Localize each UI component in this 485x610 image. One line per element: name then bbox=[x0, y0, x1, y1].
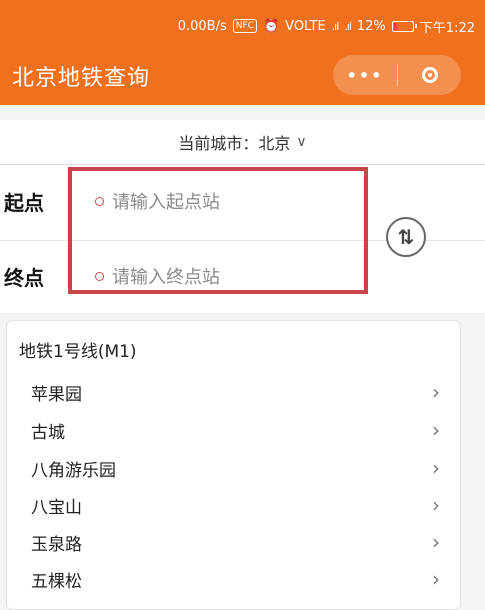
city-selector[interactable]: 当前城市：北京 ∨ bbox=[0, 120, 485, 165]
battery-percent: 12% bbox=[356, 18, 386, 34]
chevron-right-icon: › bbox=[432, 567, 440, 591]
page-title: 北京地铁查询 bbox=[12, 66, 151, 91]
chevron-right-icon: › bbox=[432, 418, 440, 442]
station-name: 古城 bbox=[31, 422, 65, 443]
route-form: 起点 请输入起点站 终点 请输入终点站 ⇅ bbox=[0, 165, 485, 313]
signal-icon: .ıl bbox=[331, 19, 340, 33]
station-item[interactable]: 玉泉路 › bbox=[31, 524, 446, 560]
station-item[interactable]: 古城 › bbox=[31, 412, 446, 448]
chevron-right-icon: › bbox=[432, 456, 440, 480]
clock: 下午1:22 bbox=[419, 20, 475, 36]
station-name: 八角游乐园 bbox=[31, 460, 116, 481]
target-icon bbox=[421, 67, 438, 83]
station-item[interactable]: 苹果园 › bbox=[31, 374, 446, 410]
nfc-icon: NFC bbox=[232, 19, 257, 33]
station-name: 玉泉路 bbox=[31, 534, 82, 555]
chevron-down-icon: ∨ bbox=[296, 134, 307, 150]
alarm-icon: ⏰ bbox=[262, 18, 280, 34]
end-label: 终点 bbox=[4, 266, 44, 290]
station-name: 八宝山 bbox=[31, 497, 82, 518]
status-bar: 0.00B/s NFC ⏰ VOLTE .ıl .ıl 12% 下午1:22 bbox=[178, 15, 475, 37]
start-label: 起点 bbox=[4, 191, 44, 215]
app-header: 0.00B/s NFC ⏰ VOLTE .ıl .ıl 12% 下午1:22 北… bbox=[0, 0, 485, 105]
station-name: 苹果园 bbox=[31, 384, 82, 405]
battery-icon bbox=[391, 20, 417, 32]
station-name: 五棵松 bbox=[31, 571, 82, 592]
swap-vertical-icon: ⇅ bbox=[397, 225, 415, 249]
station-item[interactable]: 八宝山 › bbox=[31, 487, 446, 523]
miniprogram-capsule: ••• bbox=[333, 55, 461, 95]
swap-stations-button[interactable]: ⇅ bbox=[386, 217, 426, 257]
close-miniprogram-button[interactable] bbox=[398, 67, 461, 83]
subway-line-card: 地铁1号线(M1) 苹果园 › 古城 › 八角游乐园 › 八宝山 › 玉泉路 ›… bbox=[6, 320, 461, 610]
signal-4g-icon: .ıl bbox=[344, 19, 352, 33]
station-item[interactable]: 五棵松 › bbox=[31, 561, 446, 597]
city-label: 当前城市：北京 bbox=[178, 134, 291, 153]
chevron-right-icon: › bbox=[432, 530, 440, 554]
more-menu-button[interactable]: ••• bbox=[333, 66, 397, 85]
station-item[interactable]: 八角游乐园 › bbox=[31, 450, 446, 486]
chevron-right-icon: › bbox=[432, 380, 440, 404]
line-title: 地铁1号线(M1) bbox=[19, 342, 137, 362]
chevron-right-icon: › bbox=[432, 493, 440, 517]
network-speed: 0.00B/s bbox=[177, 18, 227, 34]
highlight-annotation bbox=[68, 167, 368, 294]
volte-label: VOLTE bbox=[285, 18, 326, 34]
